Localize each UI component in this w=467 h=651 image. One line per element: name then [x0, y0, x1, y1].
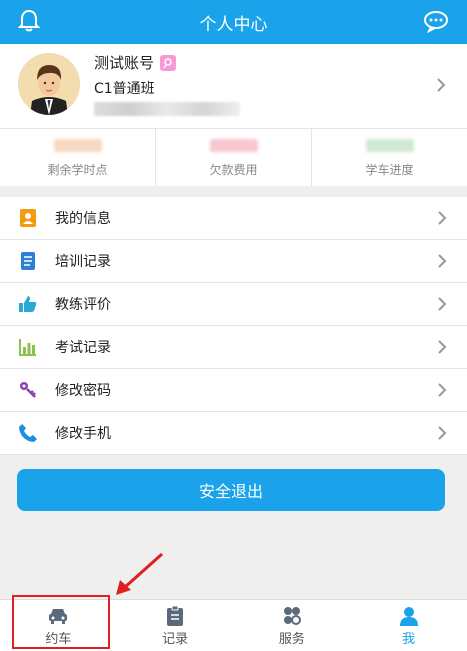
stat-arrears[interactable]: 欠款费用 [155, 129, 311, 186]
profile-card[interactable]: 测试账号 C1普通班 [0, 44, 467, 128]
menu-item-my-info[interactable]: 我的信息 [0, 197, 467, 240]
bar-chart-icon [17, 336, 39, 358]
document-icon [17, 250, 39, 272]
chevron-right-icon [438, 297, 447, 311]
menu-item-exam-records[interactable]: 考试记录 [0, 326, 467, 369]
menu-item-change-password[interactable]: 修改密码 [0, 369, 467, 412]
stat-progress[interactable]: 学车进度 [311, 129, 467, 186]
menu-label: 培训记录 [55, 254, 111, 270]
chevron-right-icon [438, 426, 447, 440]
chevron-right-icon [438, 254, 447, 268]
thumbs-up-icon [17, 293, 39, 315]
key-badge-icon [160, 54, 177, 71]
stat-remaining-hours[interactable]: 剩余学时点 [0, 129, 155, 186]
top-bar: 个人中心 [0, 0, 467, 44]
chevron-right-icon [438, 340, 447, 354]
blurred-value [53, 139, 102, 152]
chevron-right-icon [438, 211, 447, 225]
menu-label: 教练评价 [55, 297, 111, 313]
logout-button[interactable]: 安全退出 [17, 469, 445, 511]
phone-icon [17, 422, 39, 444]
menu-label: 考试记录 [55, 340, 111, 356]
stat-label: 欠款费用 [209, 163, 258, 177]
settings-menu: 我的信息 培训记录 教练评价 考试记录 修改密码 修改手机 [0, 197, 467, 455]
stat-label: 剩余学时点 [47, 163, 108, 177]
tab-label: 记录 [162, 632, 189, 647]
menu-label: 修改手机 [55, 426, 111, 442]
tab-me[interactable]: 我 [350, 600, 467, 651]
chevron-right-icon [438, 383, 447, 397]
chat-icon[interactable] [423, 9, 449, 33]
clover-icon [283, 607, 301, 625]
menu-label: 修改密码 [55, 383, 111, 399]
menu-item-coach-review[interactable]: 教练评价 [0, 283, 467, 326]
clipboard-icon [167, 606, 184, 626]
menu-item-change-phone[interactable]: 修改手机 [0, 412, 467, 455]
stats-row: 剩余学时点 欠款费用 学车进度 [0, 128, 467, 186]
tab-services[interactable]: 服务 [234, 600, 351, 651]
key-icon [17, 379, 39, 401]
blurred-info [94, 102, 240, 116]
class-name: C1普通班 [94, 81, 155, 97]
page-title: 个人中心 [199, 15, 268, 35]
avatar [18, 53, 80, 115]
menu-item-training-records[interactable]: 培训记录 [0, 240, 467, 283]
menu-label: 我的信息 [55, 211, 111, 227]
blurred-value [365, 139, 414, 152]
user-name: 测试账号 [94, 54, 155, 72]
tab-label: 我 [402, 632, 416, 647]
tab-label: 服务 [278, 632, 305, 647]
annotation-arrow-icon [116, 552, 164, 595]
blurred-value [209, 139, 258, 152]
stat-label: 学车进度 [365, 163, 414, 177]
person-icon [399, 607, 418, 626]
contact-card-icon [17, 207, 39, 229]
chevron-right-icon [437, 78, 446, 92]
annotation-highlight-box [12, 595, 110, 649]
tab-records[interactable]: 记录 [117, 600, 234, 651]
